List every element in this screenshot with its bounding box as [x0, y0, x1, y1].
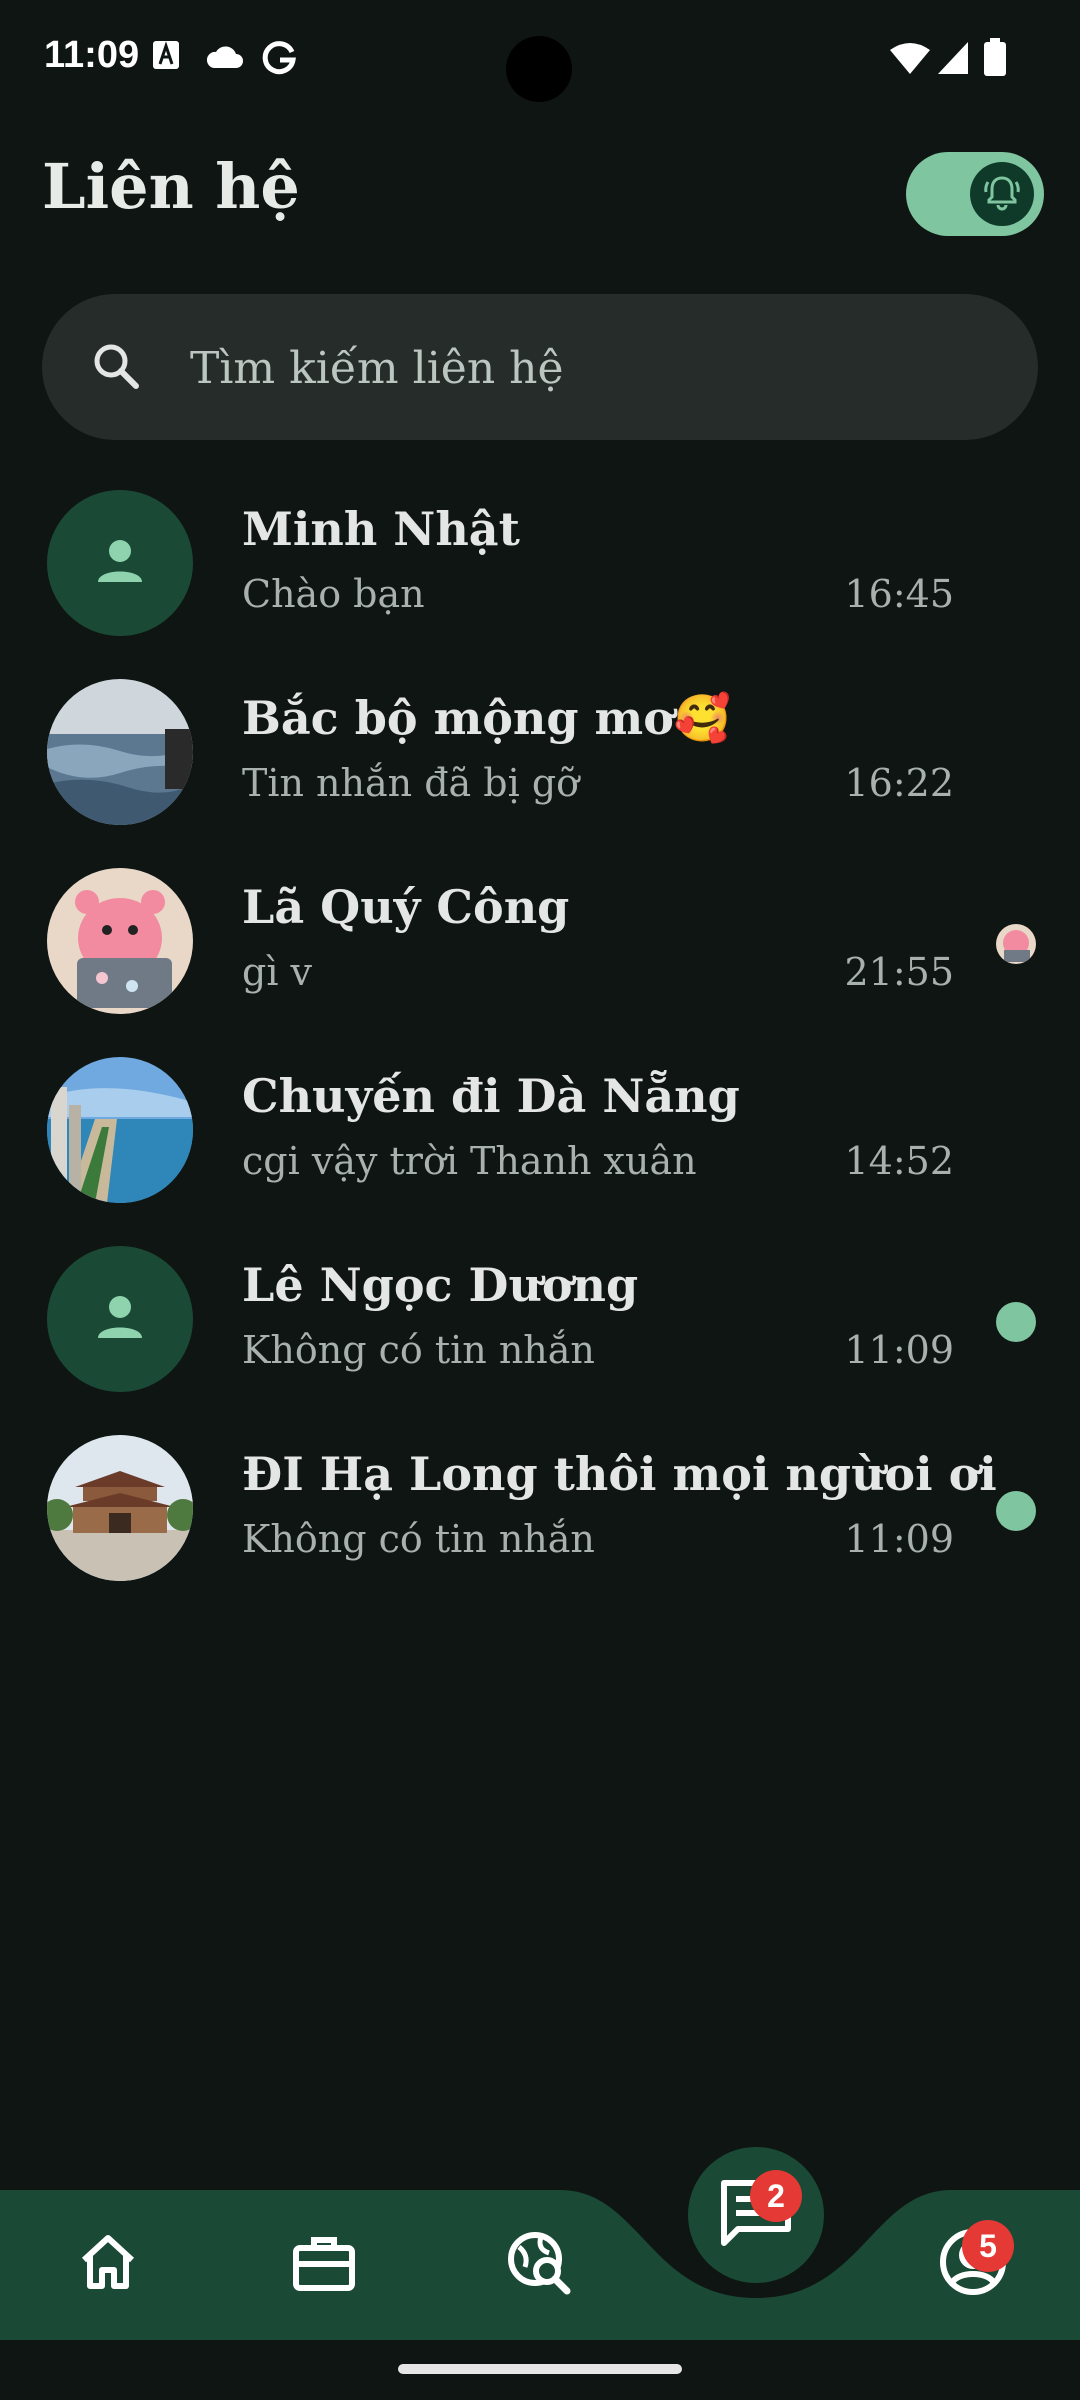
contact-name: Bắc bộ mộng mơ🥰	[242, 691, 732, 745]
avatar	[47, 1435, 193, 1581]
battery-icon	[984, 38, 1006, 80]
message-time: 11:09	[844, 1328, 954, 1372]
bell-ring-icon	[982, 172, 1022, 216]
status-time: 11:09	[44, 34, 140, 76]
signal-icon	[938, 42, 968, 78]
avatar	[47, 1246, 193, 1392]
toggle-knob	[970, 162, 1034, 226]
contact-row[interactable]: ĐI Hạ Long thôi mọi ngừoi ơi Không có ti…	[0, 1425, 1080, 1614]
last-message: cgi vậy trời Thanh xuân	[242, 1139, 697, 1183]
front-camera	[506, 36, 572, 102]
contact-row[interactable]: Lê Ngọc Dương Không có tin nhắn 11:09	[0, 1236, 1080, 1425]
search-input[interactable]	[188, 332, 992, 404]
contact-name: Lã Quý Công	[242, 880, 570, 934]
notification-toggle[interactable]	[906, 152, 1044, 236]
online-dot	[996, 1491, 1036, 1531]
contact-list: Minh Nhật Chào bạn 16:45 Bắc bộ mộng mơ🥰…	[0, 480, 1080, 1614]
contact-name: ĐI Hạ Long thôi mọi ngừoi ơi	[242, 1447, 997, 1501]
contact-row[interactable]: Lã Quý Công gì v 21:55	[0, 858, 1080, 1047]
nav-explore[interactable]	[500, 2224, 580, 2304]
google-icon	[262, 40, 298, 80]
temple-photo	[47, 1435, 193, 1581]
status-bar: 11:09	[0, 0, 1080, 120]
nav-work[interactable]	[284, 2224, 364, 2304]
home-icon	[76, 2230, 140, 2298]
contact-row[interactable]: Bắc bộ mộng mơ🥰 Tin nhắn đã bị gỡ 16:22	[0, 669, 1080, 858]
last-message: gì v	[242, 950, 313, 994]
explore-icon	[505, 2227, 575, 2301]
nav-chat[interactable]	[688, 2147, 824, 2283]
briefcase-icon	[290, 2230, 358, 2298]
person-icon	[93, 534, 147, 592]
cloud-icon	[204, 44, 244, 74]
message-time: 14:52	[844, 1139, 954, 1183]
last-message: Chào bạn	[242, 572, 425, 616]
avatar	[47, 1057, 193, 1203]
message-time: 16:45	[844, 572, 954, 616]
contact-row[interactable]: Minh Nhật Chào bạn 16:45	[0, 480, 1080, 669]
bottom-nav: 5	[0, 2190, 1080, 2340]
chat-badge: 2	[750, 2170, 802, 2222]
online-dot	[996, 1302, 1036, 1342]
contact-name: Minh Nhật	[242, 502, 520, 556]
last-message: Tin nhắn đã bị gỡ	[242, 761, 580, 805]
profile-badge: 5	[962, 2220, 1014, 2272]
last-message: Không có tin nhắn	[242, 1517, 595, 1561]
person-icon	[93, 1290, 147, 1348]
seen-avatar	[996, 924, 1036, 964]
message-time: 11:09	[844, 1517, 954, 1561]
message-time: 16:22	[844, 761, 954, 805]
search-icon	[88, 338, 144, 398]
gesture-bar[interactable]	[398, 2364, 682, 2374]
pink-toy-photo	[47, 868, 193, 1014]
message-time: 21:55	[844, 950, 954, 994]
avatar	[47, 679, 193, 825]
sea-photo	[47, 679, 193, 825]
beach-city-photo	[47, 1057, 193, 1203]
wifi-icon	[890, 42, 930, 78]
contact-name: Chuyến đi Dà Nẵng	[242, 1069, 740, 1123]
contact-row[interactable]: Chuyến đi Dà Nẵng cgi vậy trời Thanh xuâ…	[0, 1047, 1080, 1236]
avatar	[47, 868, 193, 1014]
last-message: Không có tin nhắn	[242, 1328, 595, 1372]
avatar	[47, 490, 193, 636]
nav-home[interactable]	[68, 2224, 148, 2304]
contact-name: Lê Ngọc Dương	[242, 1258, 639, 1312]
a-icon	[152, 40, 180, 74]
search-bar[interactable]	[42, 294, 1038, 440]
page-title: Liên hệ	[42, 150, 300, 223]
